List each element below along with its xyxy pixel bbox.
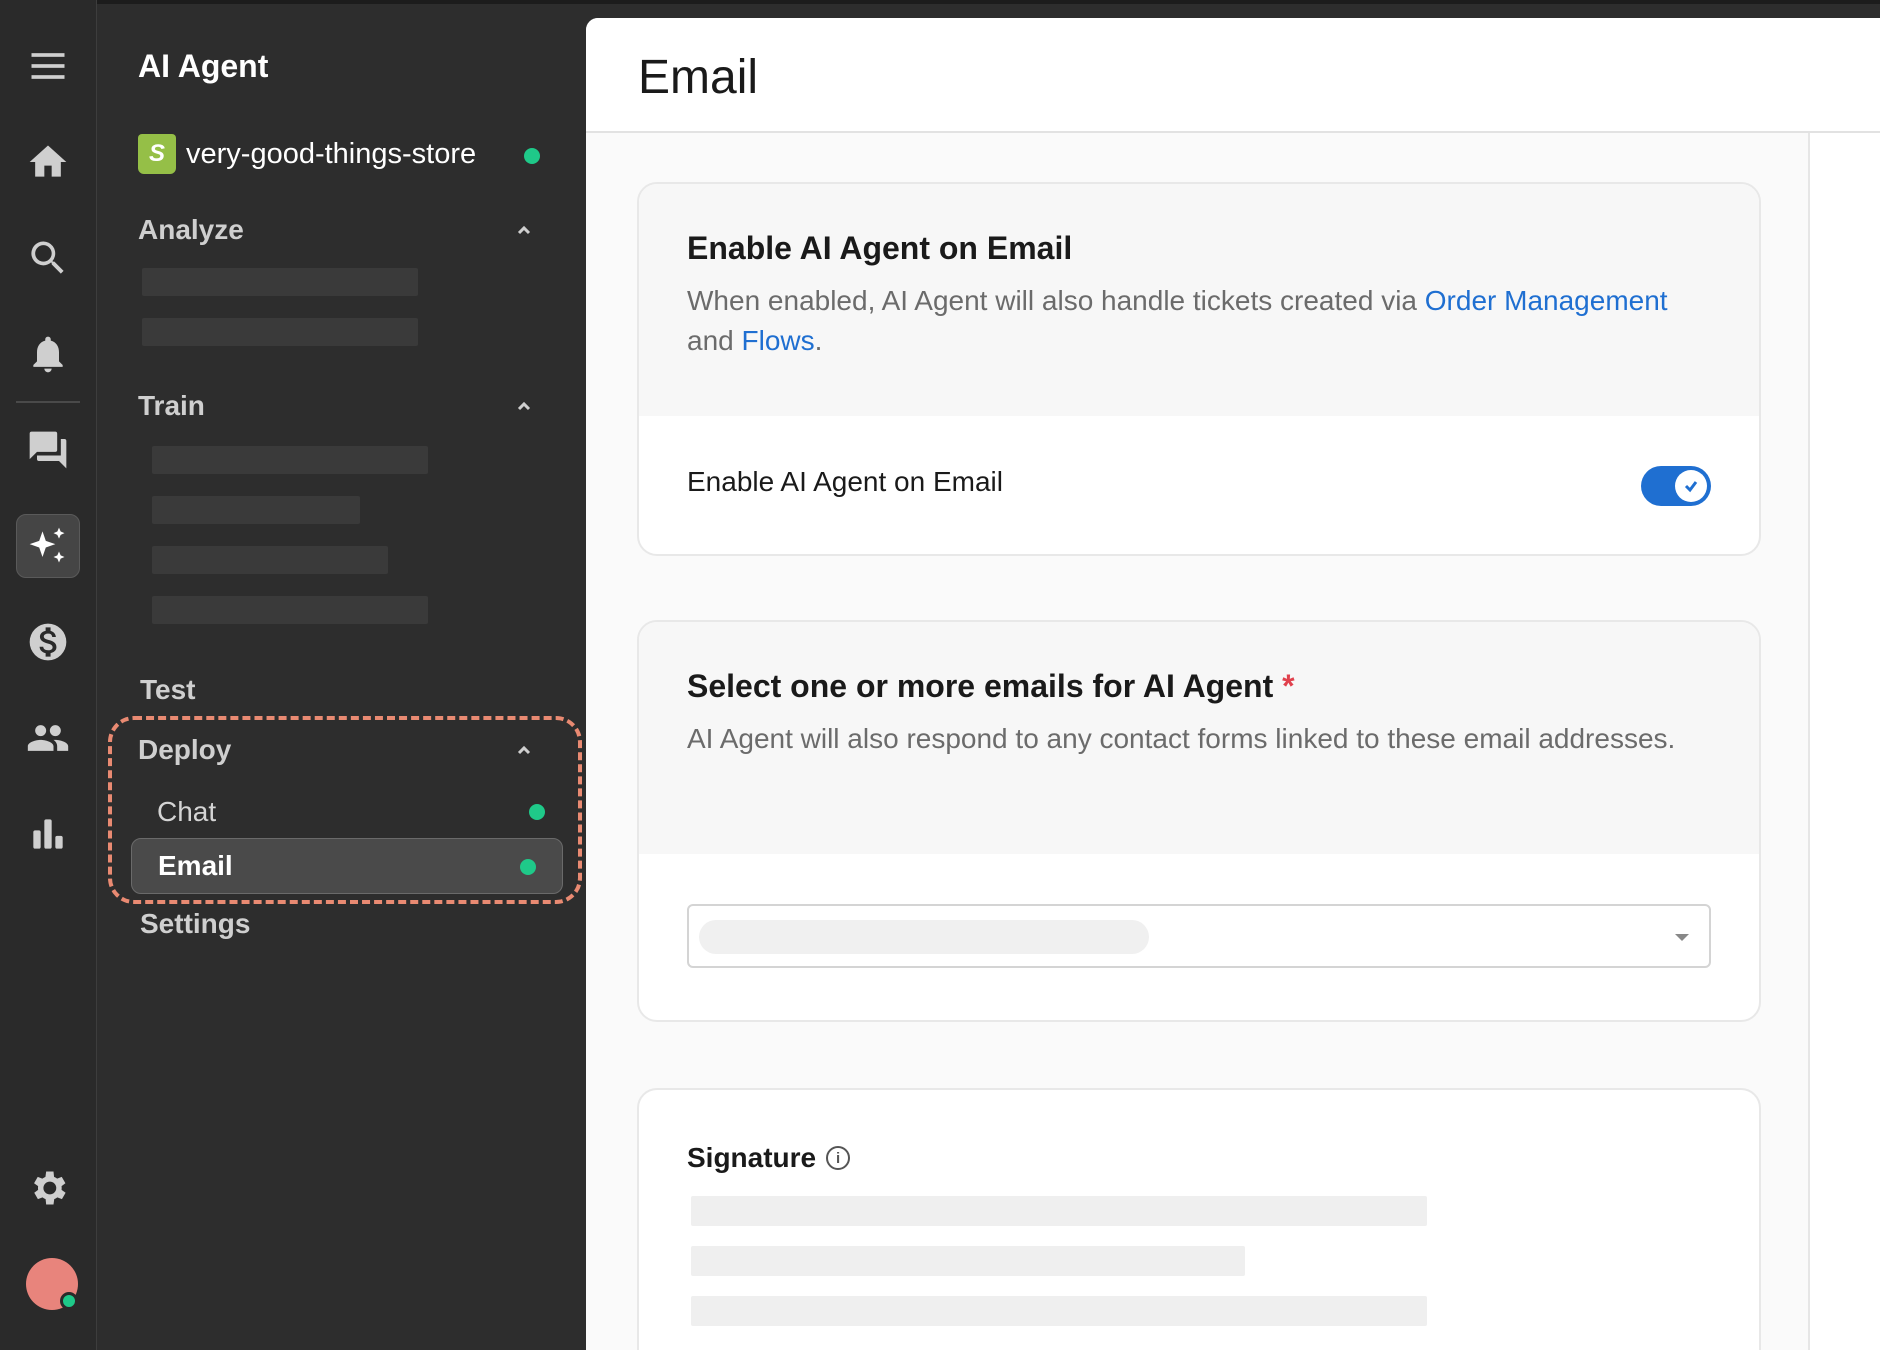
- store-status-dot: [524, 148, 540, 164]
- caret-down-icon: [1675, 934, 1689, 941]
- store-selector[interactable]: S very-good-things-store: [138, 134, 476, 174]
- ai-sparkle-icon[interactable]: [16, 514, 80, 578]
- section-train[interactable]: Train: [138, 390, 205, 422]
- users-icon[interactable]: [16, 706, 80, 770]
- enable-email-description: When enabled, AI Agent will also handle …: [687, 281, 1711, 361]
- deploy-highlight-callout: [108, 716, 582, 904]
- search-icon[interactable]: [16, 226, 80, 290]
- ai-agent-nav-panel: AI Agent S very-good-things-store Analyz…: [98, 4, 586, 1350]
- shopify-bag-icon: S: [138, 134, 176, 174]
- chevron-up-icon[interactable]: [514, 396, 534, 416]
- page-title: Email: [638, 51, 759, 104]
- order-management-link[interactable]: Order Management: [1425, 285, 1668, 316]
- online-status-dot: [60, 1292, 78, 1310]
- enable-email-toggle-label: Enable AI Agent on Email: [687, 466, 1003, 497]
- dollar-icon[interactable]: [16, 610, 80, 674]
- dropdown-loading-placeholder: [699, 920, 1149, 954]
- section-settings[interactable]: Settings: [140, 908, 250, 940]
- signature-title-text: Signature: [687, 1142, 817, 1173]
- right-side-panel: [1808, 133, 1880, 1350]
- nav-item-placeholder: [152, 596, 428, 624]
- select-emails-card: Select one or more emails for AI Agent *…: [637, 620, 1761, 1022]
- signature-placeholder: [691, 1296, 1427, 1326]
- page-header: Email: [586, 18, 1880, 133]
- signature-card: Signature i: [637, 1088, 1761, 1350]
- nav-item-placeholder: [152, 546, 388, 574]
- checkmark-icon: [1684, 481, 1698, 493]
- flows-link[interactable]: Flows: [742, 325, 815, 356]
- icon-rail: [0, 0, 97, 1350]
- signature-placeholder: [691, 1246, 1245, 1276]
- home-icon[interactable]: [16, 130, 80, 194]
- info-icon[interactable]: i: [826, 1146, 851, 1170]
- email-select-dropdown[interactable]: [687, 904, 1711, 968]
- store-name: very-good-things-store: [186, 137, 477, 170]
- stats-icon[interactable]: [16, 802, 80, 866]
- gear-icon[interactable]: [16, 1156, 80, 1220]
- chevron-up-icon[interactable]: [514, 220, 534, 240]
- bell-icon[interactable]: [16, 322, 80, 386]
- description-text: and: [687, 325, 734, 356]
- enable-email-card-header: Enable AI Agent on Email When enabled, A…: [639, 184, 1759, 416]
- description-text: When enabled, AI Agent will also handle …: [687, 285, 1417, 316]
- select-emails-card-header: Select one or more emails for AI Agent *…: [639, 622, 1759, 854]
- main-content: Email Enable AI Agent on Email When enab…: [586, 18, 1880, 1350]
- nav-item-placeholder: [142, 268, 418, 296]
- nav-item-placeholder: [142, 318, 418, 346]
- select-emails-title: Select one or more emails for AI Agent *: [687, 668, 1711, 705]
- description-text: .: [814, 325, 823, 356]
- toggle-knob: [1675, 470, 1707, 502]
- enable-email-title: Enable AI Agent on Email: [687, 230, 1073, 266]
- rail-divider: [16, 401, 80, 403]
- enable-email-toggle[interactable]: [1641, 466, 1711, 506]
- nav-item-placeholder: [152, 446, 428, 474]
- select-emails-description: AI Agent will also respond to any contac…: [687, 723, 1676, 754]
- required-mark: *: [1282, 668, 1295, 704]
- nav-title: AI Agent: [138, 48, 269, 84]
- menu-icon[interactable]: [16, 34, 80, 98]
- section-test[interactable]: Test: [140, 674, 196, 706]
- section-analyze[interactable]: Analyze: [138, 214, 244, 246]
- signature-title: Signature i: [687, 1142, 851, 1174]
- nav-item-placeholder: [152, 496, 360, 524]
- chat-icon[interactable]: [16, 418, 80, 482]
- signature-placeholder: [691, 1196, 1427, 1226]
- select-emails-title-text: Select one or more emails for AI Agent: [687, 668, 1274, 704]
- enable-email-card: Enable AI Agent on Email When enabled, A…: [637, 182, 1761, 556]
